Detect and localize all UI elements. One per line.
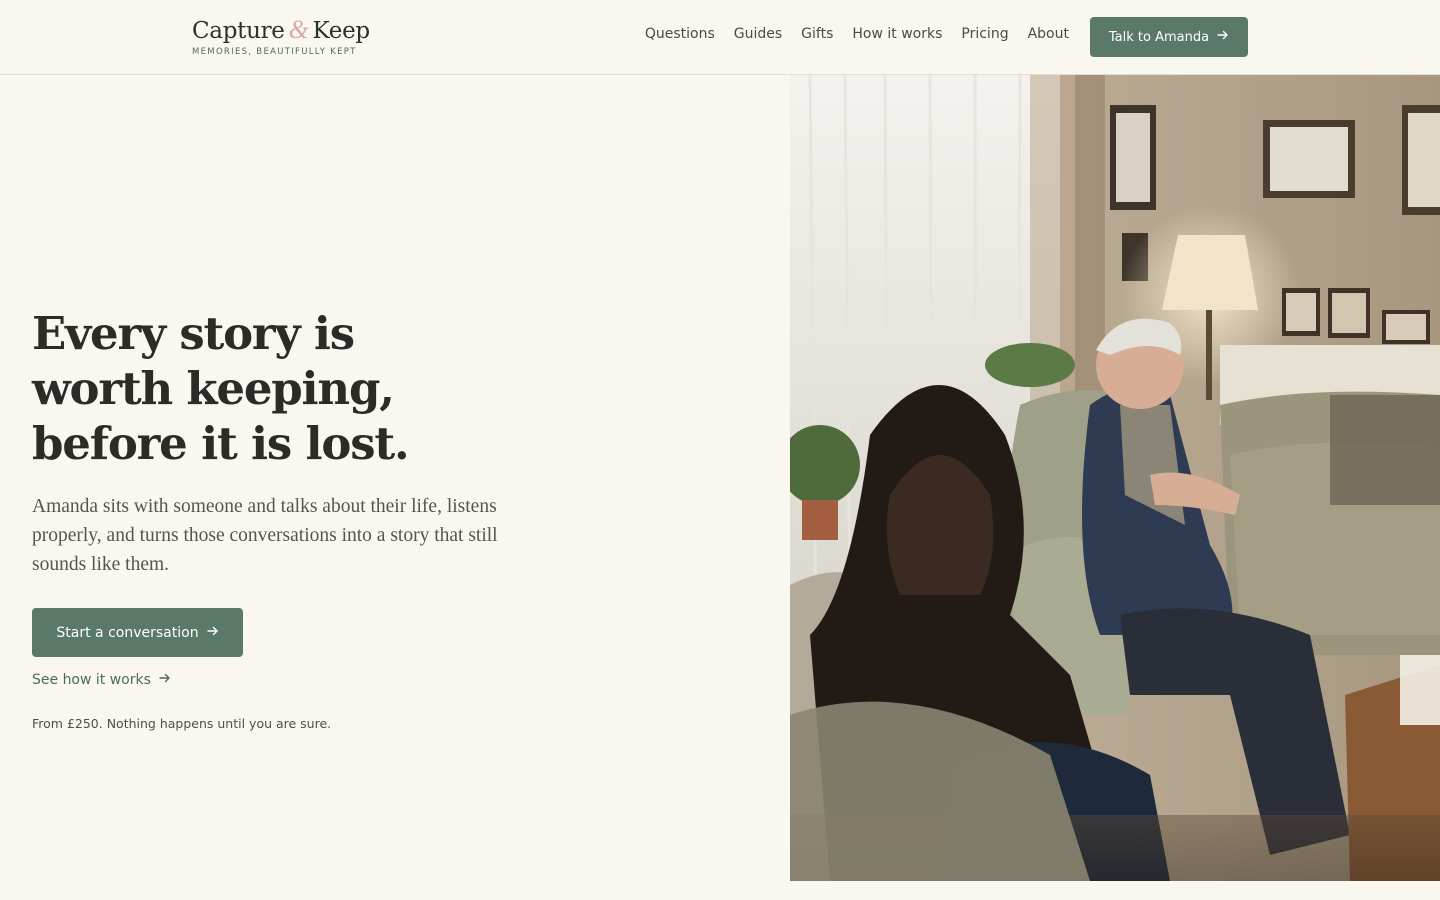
hero-photo (790, 75, 1440, 881)
hero-title-line-3: before it is lost. (32, 417, 410, 470)
arrow-right-icon (206, 625, 219, 641)
talk-to-amanda-button[interactable]: Talk to Amanda (1090, 17, 1248, 57)
logo-wordmark: Capture & Keep (192, 15, 370, 46)
hero-subtitle: Amanda sits with someone and talks about… (32, 496, 498, 575)
logo-ampersand: & (288, 15, 309, 44)
logo-tagline: MEMORIES, BEAUTIFULLY KEPT (192, 47, 357, 57)
logo-word-capture: Capture (192, 18, 285, 44)
nav-item-about[interactable]: About (1028, 26, 1069, 42)
pricing-note: From £250. Nothing happens until you are… (32, 716, 332, 731)
hero-title-line-1: Every story is (32, 307, 355, 360)
start-conversation-button[interactable]: Start a conversation (32, 608, 243, 657)
logo-word-keep: Keep (312, 18, 371, 44)
nav-item-pricing[interactable]: Pricing (961, 26, 1008, 42)
talk-to-amanda-label: Talk to Amanda (1108, 29, 1210, 45)
arrow-right-icon (1217, 29, 1229, 45)
arrow-right-icon (159, 672, 171, 688)
nav-item-gifts[interactable]: Gifts (801, 26, 833, 42)
start-conversation-label: Start a conversation (56, 624, 199, 641)
hero-title: Every story is worth keeping, before it … (32, 306, 492, 471)
hero-title-line-2: worth keeping, (32, 362, 395, 415)
nav-item-guides[interactable]: Guides (734, 26, 782, 42)
main-nav: Questions Guides Gifts How it works Pric… (645, 26, 1069, 42)
site-header: Capture & Keep MEMORIES, BEAUTIFULLY KEPT … (0, 0, 1440, 75)
see-how-it-works-label: See how it works (32, 672, 151, 688)
logo[interactable]: Capture & Keep MEMORIES, BEAUTIFULLY KEPT (192, 15, 370, 57)
nav-item-how-it-works[interactable]: How it works (852, 26, 942, 42)
nav-item-questions[interactable]: Questions (645, 26, 715, 42)
see-how-it-works-link[interactable]: See how it works (32, 672, 171, 688)
